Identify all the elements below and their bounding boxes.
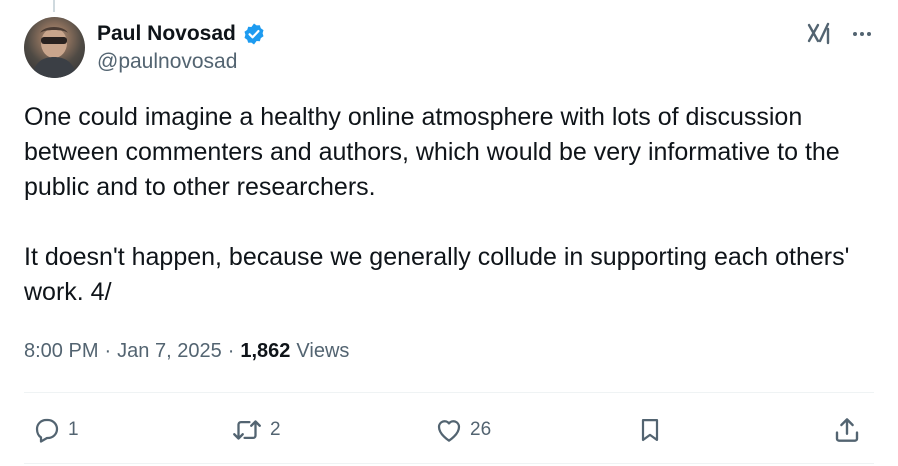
author-display-name[interactable]: Paul Novosad [97,22,236,46]
like-button[interactable]: 26 [434,410,491,450]
header-actions [806,20,874,48]
action-bar: 1 2 26 [24,410,874,450]
avatar-image [32,27,77,78]
meta-separator: · [227,340,235,362]
avatar[interactable] [24,17,85,78]
reply-icon [35,418,59,443]
tweet-text: One could imagine a healthy online atmos… [24,100,874,310]
bookmark-button[interactable] [636,410,664,450]
tweet-paragraph: One could imagine a healthy online atmos… [24,103,840,201]
views-count: 1,862 [240,340,291,362]
more-options-icon[interactable] [850,22,874,46]
like-count: 26 [470,419,492,440]
meta-separator: · [104,340,112,362]
verified-badge-icon [242,22,266,46]
tweet-date[interactable]: Jan 7, 2025 [117,340,222,363]
retweet-icon [233,420,261,440]
heart-icon [437,420,461,442]
author-name-row: Paul Novosad [97,20,266,48]
thread-line [53,0,55,12]
reply-button[interactable]: 1 [32,410,79,450]
retweet-count: 2 [270,419,281,440]
divider [24,463,874,464]
share-icon [835,418,859,442]
tweet-paragraph: It doesn't happen, because we generally … [24,243,850,306]
tweet-time[interactable]: 8:00 PM [24,340,98,363]
bookmark-icon [641,418,659,442]
share-button[interactable] [832,410,862,450]
author-handle[interactable]: @paulnovosad [97,50,237,74]
retweet-button[interactable]: 2 [230,410,281,450]
divider [24,392,874,393]
reply-count: 1 [68,419,79,440]
tweet-meta: 8:00 PM · Jan 7, 2025 · 1,862 Views [24,340,349,363]
grok-icon[interactable] [806,21,832,47]
views-label: Views [296,340,350,362]
